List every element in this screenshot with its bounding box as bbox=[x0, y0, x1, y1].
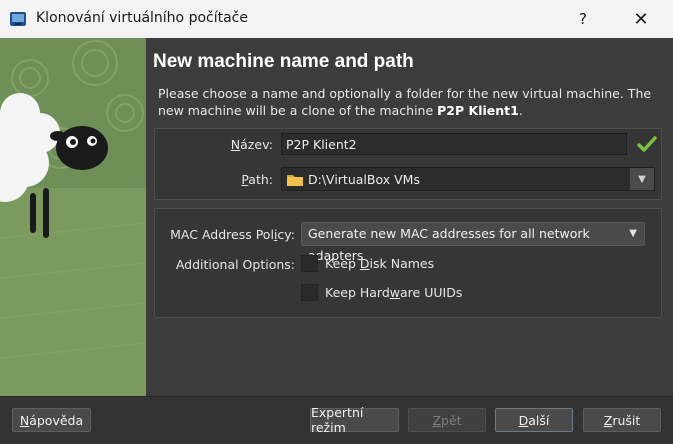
mac-policy-select[interactable]: Generate new MAC addresses for all netwo… bbox=[301, 222, 645, 263]
name-path-group: Název: P2P Klient2 Path: D:\VirtualBox V… bbox=[154, 128, 662, 200]
keep-hardware-uuids-label: Keep Hardware UUIDs bbox=[325, 285, 463, 300]
virtualbox-icon bbox=[10, 12, 26, 26]
sheep-image bbox=[0, 38, 146, 396]
chevron-down-icon: ▼ bbox=[629, 228, 637, 239]
folder-icon bbox=[287, 175, 303, 186]
name-label: Název: bbox=[230, 137, 273, 152]
keep-disk-names-label: Keep Disk Names bbox=[325, 256, 435, 271]
path-dropdown-button[interactable]: ▼ bbox=[630, 168, 654, 190]
mac-policy-label: MAC Address Policy: bbox=[170, 227, 295, 242]
keep-disk-names-checkbox[interactable] bbox=[301, 255, 318, 272]
source-machine-name: P2P Klient1 bbox=[437, 103, 519, 118]
expert-mode-button[interactable]: Expertní režim bbox=[310, 405, 399, 435]
page-description: Please choose a name and optionally a fo… bbox=[158, 86, 652, 118]
back-button[interactable]: Zpět bbox=[408, 408, 486, 432]
window-title: Klonování virtuálního počítače bbox=[36, 10, 248, 26]
title-bar: Klonování virtuálního počítače ? ✕ bbox=[0, 0, 673, 38]
sheep-illustration bbox=[0, 38, 146, 396]
path-label: Path: bbox=[241, 172, 273, 187]
help-button[interactable]: Nápověda bbox=[12, 408, 91, 432]
next-button[interactable]: Další bbox=[495, 408, 573, 432]
wizard-content: New machine name and path Please choose … bbox=[146, 38, 673, 396]
page-title: New machine name and path bbox=[153, 51, 414, 72]
help-icon: ? bbox=[579, 10, 587, 28]
options-group: MAC Address Policy: Generate new MAC add… bbox=[154, 208, 662, 318]
path-selector[interactable]: D:\VirtualBox VMs ▼ bbox=[281, 167, 655, 191]
cancel-button[interactable]: Zrušit bbox=[583, 408, 661, 432]
name-input[interactable]: P2P Klient2 bbox=[281, 133, 627, 155]
close-button[interactable]: ✕ bbox=[618, 0, 664, 38]
additional-options-label: Additional Options: bbox=[175, 257, 295, 272]
check-icon bbox=[637, 136, 657, 152]
close-icon: ✕ bbox=[633, 8, 649, 30]
button-bar: Nápověda Expertní režim Zpět Další Zruši… bbox=[0, 396, 673, 444]
help-title-button[interactable]: ? bbox=[560, 0, 606, 38]
keep-hardware-uuids-checkbox[interactable] bbox=[301, 284, 318, 301]
path-value: D:\VirtualBox VMs bbox=[308, 172, 420, 187]
clone-vm-dialog: Klonování virtuálního počítače ? ✕ New m… bbox=[0, 0, 673, 444]
chevron-down-icon: ▼ bbox=[638, 173, 646, 185]
